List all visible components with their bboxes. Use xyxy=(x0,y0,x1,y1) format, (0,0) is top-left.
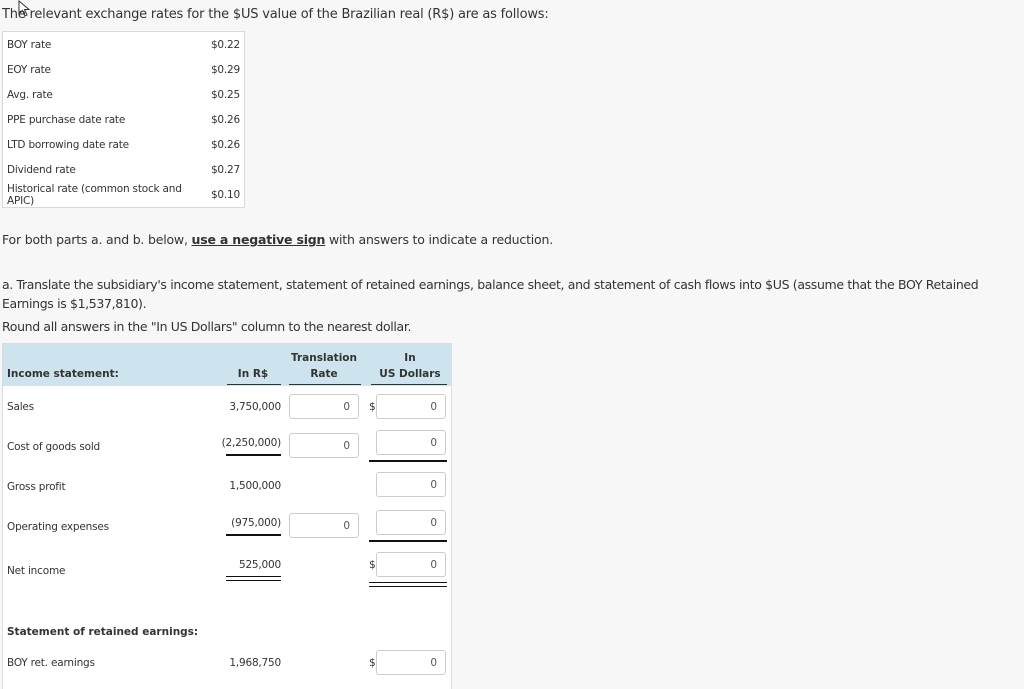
dollar-sign: $ xyxy=(369,559,376,571)
rate-input-sales[interactable] xyxy=(289,394,359,419)
row-label-sales: Sales xyxy=(7,401,34,413)
rs-value-boy-ret-earnings: 1,968,750 xyxy=(229,657,281,669)
rate-row: Dividend rate $0.27 xyxy=(3,157,245,182)
rate-value: $0.27 xyxy=(210,163,240,176)
row-label-gross-profit: Gross profit xyxy=(7,481,66,493)
translation-worksheet: Income statement: In R$ Translation Rate… xyxy=(2,343,452,689)
note-suffix: with answers to indicate a reduction. xyxy=(325,232,553,247)
dollar-sign: $ xyxy=(369,657,376,669)
rs-value-sales: 3,750,000 xyxy=(229,401,281,413)
rate-value: $0.22 xyxy=(210,38,240,51)
rs-value-gross-profit: 1,500,000 xyxy=(229,480,281,492)
exchange-rates-table: BOY rate $0.22 EOY rate $0.29 Avg. rate $0.… xyxy=(2,31,245,208)
instruction-note: For both parts a. and b. below, use a ne… xyxy=(2,232,553,247)
rs-value-operating-expenses: (975,000) xyxy=(231,517,281,529)
header-underline xyxy=(371,384,447,385)
usd-input-net-income[interactable] xyxy=(376,552,446,577)
col-header-rate-line2: Rate xyxy=(310,368,338,380)
rate-input-cogs[interactable] xyxy=(289,433,359,458)
total-double-underline xyxy=(226,576,281,577)
row-label-boy-ret-earnings: BOY ret. earnings xyxy=(7,657,95,669)
row-label-cogs: Cost of goods sold xyxy=(7,441,101,453)
rate-label: LTD borrowing date rate xyxy=(7,138,129,151)
rate-value: $0.26 xyxy=(210,113,240,126)
rate-label: PPE purchase date rate xyxy=(7,113,126,126)
rate-label: EOY rate xyxy=(7,63,51,76)
col-header-rs: In R$ xyxy=(237,368,269,380)
header-underline xyxy=(227,384,281,385)
total-double-underline xyxy=(369,582,447,583)
row-label-operating-expenses: Operating expenses xyxy=(7,521,109,533)
usd-input-operating-expenses[interactable] xyxy=(376,510,446,535)
rs-value-net-income: 525,000 xyxy=(238,559,281,571)
header-underline xyxy=(289,384,361,385)
rate-value: $0.10 xyxy=(210,188,240,201)
usd-input-gross-profit[interactable] xyxy=(376,472,446,497)
part-a-instructions: a. Translate the subsidiary's income sta… xyxy=(2,277,979,311)
rounding-note: Round all answers in the "In US Dollars"… xyxy=(2,319,412,334)
rate-label: Historical rate (common stock and APIC) xyxy=(7,182,182,207)
usd-input-cogs[interactable] xyxy=(376,430,446,455)
rs-value-cogs: (2,250,000) xyxy=(221,437,282,449)
rate-label: BOY rate xyxy=(7,38,52,51)
rate-row: EOY rate $0.29 xyxy=(3,57,245,82)
total-double-underline xyxy=(369,586,447,587)
rate-row: PPE purchase date rate $0.26 xyxy=(3,107,245,132)
total-double-underline xyxy=(226,580,281,581)
rate-row: Historical rate (common stock and APIC) $… xyxy=(3,182,245,208)
usd-input-boy-ret-earnings[interactable] xyxy=(376,650,446,675)
dollar-sign: $ xyxy=(369,401,376,413)
note-prefix: For both parts a. and b. below, xyxy=(2,232,192,247)
rate-row: Avg. rate $0.25 xyxy=(3,82,245,107)
row-label-net-income: Net income xyxy=(7,565,66,577)
subtotal-underline xyxy=(369,540,447,542)
subtotal-underline xyxy=(226,534,281,536)
rate-value: $0.26 xyxy=(210,138,240,151)
subtotal-underline xyxy=(369,460,447,462)
rate-value: $0.29 xyxy=(210,63,240,76)
rate-row: BOY rate $0.22 xyxy=(3,32,245,58)
rate-row: LTD borrowing date rate $0.26 xyxy=(3,132,245,157)
col-header-usd-line2: US Dollars xyxy=(379,368,441,380)
intro-text: The relevant exchange rates for the $US … xyxy=(2,7,549,22)
worksheet-header: Income statement: In R$ Translation Rate… xyxy=(3,344,451,386)
col-header-usd-line1: In xyxy=(404,352,416,364)
income-statement-heading: Income statement: xyxy=(7,368,119,380)
col-header-rate-line1: Translation xyxy=(291,352,357,364)
rate-label: Dividend rate xyxy=(7,163,76,176)
rate-label: Avg. rate xyxy=(7,88,53,101)
usd-input-sales[interactable] xyxy=(376,394,446,419)
rate-value: $0.25 xyxy=(210,88,240,101)
note-emphasis: use a negative sign xyxy=(191,232,326,247)
subtotal-underline xyxy=(226,454,281,456)
rate-input-operating-expenses[interactable] xyxy=(289,513,359,538)
retained-earnings-heading: Statement of retained earnings: xyxy=(7,626,199,638)
